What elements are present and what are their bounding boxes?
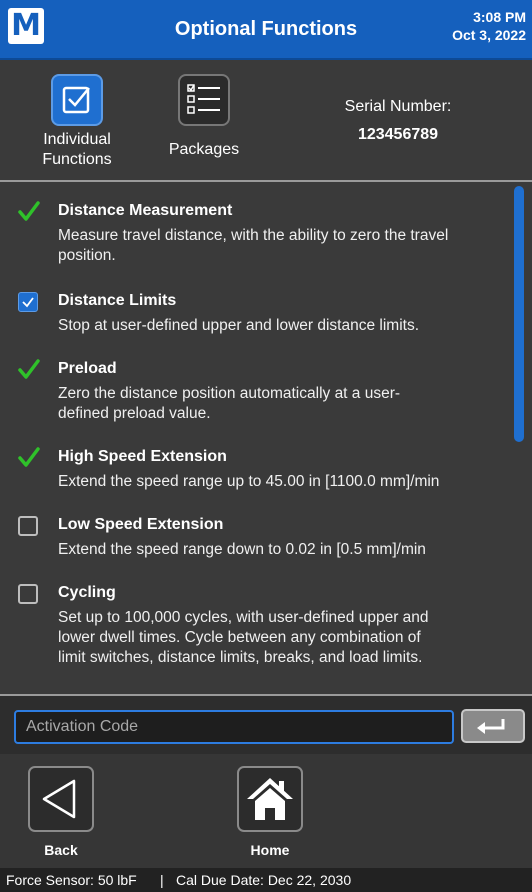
home-button[interactable] xyxy=(237,766,303,832)
mode-bar: Individual Functions Packages Serial Num… xyxy=(0,60,532,182)
activation-code-input[interactable] xyxy=(14,710,454,744)
serial-number-value: 123456789 xyxy=(357,126,439,143)
app-header: M Optional Functions 3:08 PM Oct 3, 2022 xyxy=(0,0,532,60)
function-title: Preload xyxy=(58,360,117,377)
function-description-line: Measure travel distance, with the abilit… xyxy=(58,227,449,244)
function-description: Zero the distance position automatically… xyxy=(58,384,498,424)
green-check-icon xyxy=(18,447,40,467)
individual-functions-button[interactable] xyxy=(51,74,103,126)
function-description-line: Extend the speed range up to 45.00 in [1… xyxy=(58,473,440,490)
green-check-icon xyxy=(18,359,40,379)
enter-arrow-icon xyxy=(477,719,505,734)
function-description-line: Stop at user-defined upper and lower dis… xyxy=(58,317,420,334)
serial-number-label: Serial Number: xyxy=(344,98,452,115)
home-label: Home xyxy=(250,842,290,858)
force-sensor-status: Force Sensor: 50 lbF xyxy=(6,872,137,888)
individual-functions-label: Individual Functions xyxy=(27,130,127,170)
checkbox-unchecked[interactable] xyxy=(18,584,38,604)
function-item-high-speed-extension[interactable]: High Speed Extension Extend the speed ra… xyxy=(0,444,510,492)
back-button[interactable] xyxy=(28,766,94,832)
checklist-icon xyxy=(187,84,220,114)
function-description: Extend the speed range down to 0.02 in [… xyxy=(58,540,498,560)
function-title: Distance Limits xyxy=(58,292,177,309)
function-title: Low Speed Extension xyxy=(58,516,224,533)
function-description-line: limit switches, distance limits, breaks,… xyxy=(58,649,423,666)
function-item-low-speed-extension[interactable]: Low Speed Extension Extend the speed ran… xyxy=(0,512,510,560)
checkbox-checked[interactable] xyxy=(18,292,38,312)
function-description-line: Set up to 100,000 cycles, with user-defi… xyxy=(58,609,429,626)
function-item-distance-measurement[interactable]: Distance Measurement Measure travel dist… xyxy=(0,198,510,268)
enter-button[interactable] xyxy=(461,709,525,743)
function-description-line: lower dwell times. Cycle between any com… xyxy=(58,629,421,646)
function-description: Extend the speed range up to 45.00 in [1… xyxy=(58,472,498,492)
clock-time: 3:08 PM xyxy=(473,9,526,25)
status-bar: Force Sensor: 50 lbF | Cal Due Date: Dec… xyxy=(0,868,532,892)
function-item-distance-limits[interactable]: Distance Limits Stop at user-defined upp… xyxy=(0,288,510,336)
list-scrollbar[interactable] xyxy=(514,186,524,442)
nav-bar: Back Home xyxy=(0,754,532,868)
function-title: High Speed Extension xyxy=(58,448,227,465)
function-item-preload[interactable]: Preload Zero the distance position autom… xyxy=(0,356,510,426)
clock: 3:08 PM Oct 3, 2022 xyxy=(452,8,526,44)
checkbox-unchecked[interactable] xyxy=(18,516,38,536)
function-item-cycling[interactable]: Cycling Set up to 100,000 cycles, with u… xyxy=(0,580,510,672)
function-description-line: defined preload value. xyxy=(58,405,211,422)
function-description: Stop at user-defined upper and lower dis… xyxy=(58,316,498,336)
function-description-line: Extend the speed range down to 0.02 in [… xyxy=(58,541,426,558)
back-label: Back xyxy=(44,842,78,858)
check-icon xyxy=(22,297,34,308)
individual-label-line2: Functions xyxy=(42,151,112,168)
packages-label: Packages xyxy=(168,141,240,158)
back-arrow-icon xyxy=(42,779,76,819)
activation-bar xyxy=(0,694,532,754)
function-description: Set up to 100,000 cycles, with user-defi… xyxy=(58,608,498,668)
clock-date: Oct 3, 2022 xyxy=(452,27,526,43)
individual-label-line1: Individual xyxy=(43,131,111,148)
packages-button[interactable] xyxy=(178,74,230,126)
function-description-line: Zero the distance position automatically… xyxy=(58,385,401,402)
function-title: Cycling xyxy=(58,584,116,601)
cal-due-date-status: Cal Due Date: Dec 22, 2030 xyxy=(176,872,352,888)
function-title: Distance Measurement xyxy=(58,202,233,219)
functions-list[interactable]: Distance Measurement Measure travel dist… xyxy=(0,182,532,694)
function-description-line: position. xyxy=(58,247,116,264)
status-separator: | xyxy=(160,872,164,888)
green-check-icon xyxy=(18,201,40,221)
home-icon xyxy=(247,778,293,820)
function-description: Measure travel distance, with the abilit… xyxy=(58,226,498,266)
checkbox-icon xyxy=(62,86,90,114)
